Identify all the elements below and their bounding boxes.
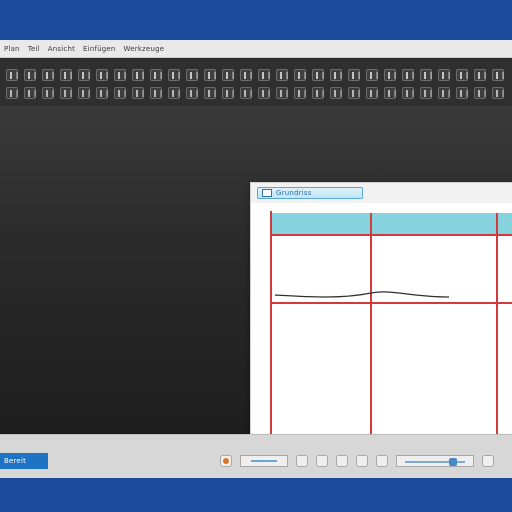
tool-icon[interactable] bbox=[186, 87, 198, 99]
tool-icon[interactable] bbox=[132, 69, 144, 81]
grid-icon[interactable] bbox=[316, 455, 328, 467]
application-window: Plan Teil Ansicht Einfügen Werkzeuge Gru… bbox=[0, 40, 512, 479]
outer-frame-top bbox=[0, 0, 512, 40]
tool-icon[interactable] bbox=[474, 87, 486, 99]
tool-icon[interactable] bbox=[420, 87, 432, 99]
tool-icon[interactable] bbox=[78, 87, 90, 99]
header-band bbox=[271, 213, 512, 235]
outer-frame-bottom bbox=[0, 478, 512, 512]
menu-item-werkzeuge[interactable]: Werkzeuge bbox=[124, 45, 165, 53]
tool-icon[interactable] bbox=[186, 69, 198, 81]
drawing-tab[interactable]: Grundriss bbox=[257, 187, 363, 199]
tool-icon[interactable] bbox=[384, 87, 396, 99]
tool-row-bottom bbox=[0, 86, 512, 100]
menu-item-plan[interactable]: Plan bbox=[4, 45, 20, 53]
tool-icon[interactable] bbox=[330, 69, 342, 81]
tool-icon[interactable] bbox=[492, 87, 504, 99]
tool-icon[interactable] bbox=[276, 69, 288, 81]
tool-icon[interactable] bbox=[294, 87, 306, 99]
tool-icon[interactable] bbox=[42, 87, 54, 99]
tool-icon[interactable] bbox=[96, 69, 108, 81]
tool-icon[interactable] bbox=[114, 69, 126, 81]
record-icon[interactable] bbox=[220, 455, 232, 467]
tool-icon[interactable] bbox=[456, 87, 468, 99]
tool-icon[interactable] bbox=[348, 69, 360, 81]
tool-icon[interactable] bbox=[438, 87, 450, 99]
menu-item-teil[interactable]: Teil bbox=[28, 45, 40, 53]
tool-icon[interactable] bbox=[312, 69, 324, 81]
tool-icon[interactable] bbox=[438, 69, 450, 81]
tool-icon[interactable] bbox=[366, 87, 378, 99]
snap-icon[interactable] bbox=[296, 455, 308, 467]
tool-icon[interactable] bbox=[348, 87, 360, 99]
tool-icon[interactable] bbox=[366, 69, 378, 81]
tool-icon[interactable] bbox=[204, 87, 216, 99]
drawing-tabs: Grundriss bbox=[251, 183, 512, 204]
tool-icon[interactable] bbox=[96, 87, 108, 99]
tool-icon[interactable] bbox=[402, 69, 414, 81]
drawing-tab-label: Grundriss bbox=[276, 189, 312, 197]
tool-icon[interactable] bbox=[60, 69, 72, 81]
tool-icon[interactable] bbox=[168, 87, 180, 99]
status-bar: Bereit bbox=[0, 434, 512, 479]
tool-icon[interactable] bbox=[168, 69, 180, 81]
ribbon-toolbar bbox=[0, 58, 512, 106]
tool-icon[interactable] bbox=[114, 87, 126, 99]
status-controls bbox=[220, 453, 512, 469]
tool-icon[interactable] bbox=[384, 69, 396, 81]
tool-icon[interactable] bbox=[6, 69, 18, 81]
workspace-area[interactable]: Grundriss bbox=[0, 106, 512, 452]
tool-icon[interactable] bbox=[150, 87, 162, 99]
tool-icon[interactable] bbox=[222, 69, 234, 81]
tool-icon[interactable] bbox=[420, 69, 432, 81]
ortho-icon[interactable] bbox=[336, 455, 348, 467]
layers-icon[interactable] bbox=[356, 455, 368, 467]
drawing-window[interactable]: Grundriss bbox=[250, 182, 512, 452]
tool-icon[interactable] bbox=[24, 69, 36, 81]
tool-icon[interactable] bbox=[78, 69, 90, 81]
tool-icon[interactable] bbox=[492, 69, 504, 81]
tool-icon[interactable] bbox=[132, 87, 144, 99]
status-label: Bereit bbox=[0, 453, 48, 469]
menu-item-ansicht[interactable]: Ansicht bbox=[48, 45, 75, 53]
slider-knob[interactable] bbox=[449, 458, 457, 466]
settings-icon[interactable] bbox=[376, 455, 388, 467]
canvas-background bbox=[251, 203, 512, 451]
tool-icon[interactable] bbox=[402, 87, 414, 99]
menu-bar: Plan Teil Ansicht Einfügen Werkzeuge bbox=[0, 40, 512, 58]
tool-icon[interactable] bbox=[240, 87, 252, 99]
tool-icon[interactable] bbox=[24, 87, 36, 99]
tool-icon[interactable] bbox=[240, 69, 252, 81]
tool-icon[interactable] bbox=[222, 87, 234, 99]
tool-icon[interactable] bbox=[312, 87, 324, 99]
mini-input[interactable] bbox=[240, 455, 288, 467]
zoom-slider[interactable] bbox=[396, 455, 474, 467]
tool-icon[interactable] bbox=[474, 69, 486, 81]
tool-icon[interactable] bbox=[276, 87, 288, 99]
menu-item-einfuegen[interactable]: Einfügen bbox=[83, 45, 116, 53]
tool-icon[interactable] bbox=[150, 69, 162, 81]
input-bar bbox=[251, 460, 277, 462]
drawing-canvas[interactable] bbox=[251, 203, 512, 451]
zoom-icon[interactable] bbox=[482, 455, 494, 467]
tool-icon[interactable] bbox=[60, 87, 72, 99]
tool-icon[interactable] bbox=[294, 69, 306, 81]
tool-icon[interactable] bbox=[6, 87, 18, 99]
tool-row-top bbox=[0, 68, 512, 82]
sheet-icon bbox=[262, 189, 272, 197]
tool-icon[interactable] bbox=[330, 87, 342, 99]
tool-icon[interactable] bbox=[258, 69, 270, 81]
tool-icon[interactable] bbox=[258, 87, 270, 99]
tool-icon[interactable] bbox=[42, 69, 54, 81]
tool-icon[interactable] bbox=[456, 69, 468, 81]
tool-icon[interactable] bbox=[204, 69, 216, 81]
